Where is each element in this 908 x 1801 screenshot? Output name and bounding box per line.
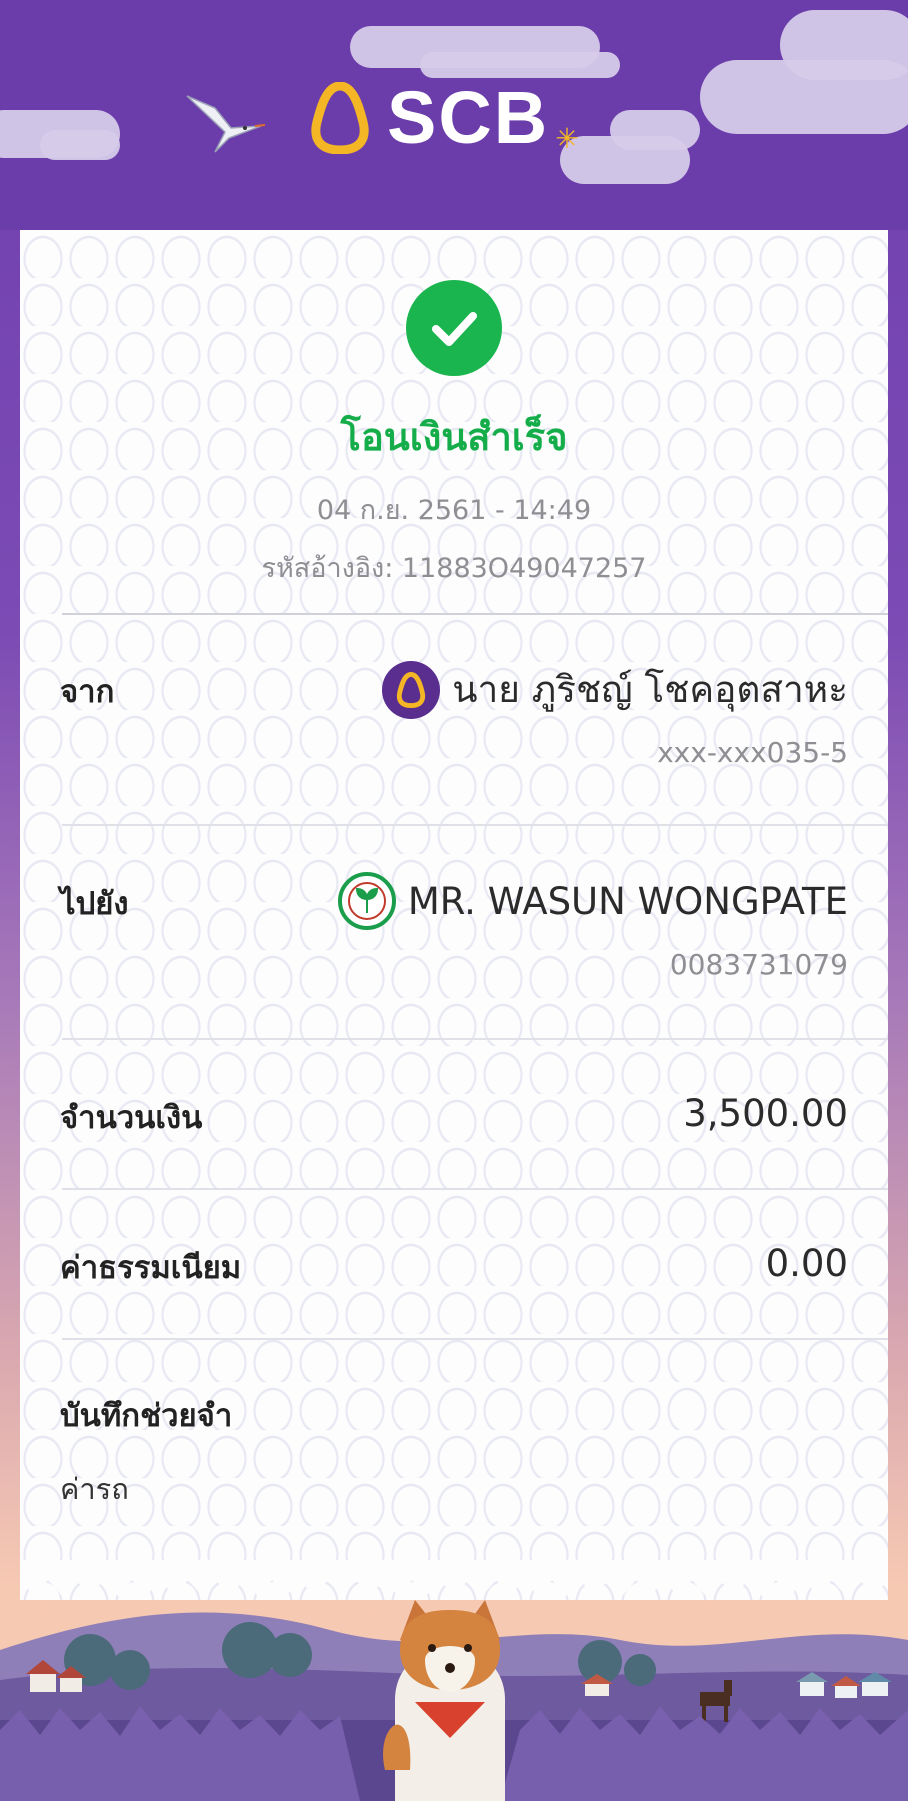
to-account-number: 0083731079 <box>669 948 848 981</box>
kbank-bank-icon <box>337 872 396 930</box>
check-circle-icon <box>406 280 502 376</box>
reference-number: รหัสอ้างอิง: 11883O49047257 <box>261 553 647 584</box>
to-name: MR. WASUN WONGPATE <box>407 879 848 923</box>
star-icon: ✳ <box>555 121 579 155</box>
memo-value: ค่ารถ <box>60 1472 129 1506</box>
shiba-dog-illustration <box>383 1600 505 1801</box>
memo-label: บันทึกช่วยจำ <box>60 1398 233 1434</box>
divider <box>62 824 888 826</box>
fee-label: ค่าธรรมเนียม <box>60 1250 242 1286</box>
brand-name: SCB <box>387 76 550 159</box>
from-label: จาก <box>60 674 115 710</box>
transaction-datetime: 04 ก.ย. 2561 - 14:49 <box>316 495 592 526</box>
cloud <box>420 52 620 78</box>
to-label: ไปยัง <box>60 886 129 922</box>
receipt-card: โอนเงินสำเร็จ 04 ก.ย. 2561 - 14:49 รหัสอ… <box>20 230 888 1600</box>
divider <box>62 613 888 615</box>
divider <box>62 1188 888 1190</box>
header-banner: SCB ✳ <box>0 0 908 230</box>
scb-bank-icon <box>382 660 441 719</box>
scb-logo: SCB ✳ <box>305 78 579 158</box>
amount-value: 3,500.00 <box>683 1092 848 1135</box>
from-account-name: นาย ภูริชญ์ โชคอุตสาหะ <box>382 660 848 719</box>
scb-logo-icon <box>311 82 369 154</box>
cloud <box>40 130 120 160</box>
from-name: นาย ภูริชญ์ โชคอุตสาหะ <box>452 668 848 711</box>
divider <box>62 1338 888 1340</box>
to-account-name: MR. WASUN WONGPATE <box>337 872 848 930</box>
bird-illustration <box>186 95 265 153</box>
divider <box>62 1038 888 1040</box>
cloud <box>610 110 700 150</box>
lavender-field-illustration <box>0 1600 908 1801</box>
status-title: โอนเงินสำเร็จ <box>340 415 568 459</box>
from-account-number: xxx-xxx035-5 <box>657 736 848 769</box>
fee-value: 0.00 <box>765 1242 848 1285</box>
cloud <box>780 10 908 80</box>
amount-label: จำนวนเงิน <box>60 1100 203 1136</box>
